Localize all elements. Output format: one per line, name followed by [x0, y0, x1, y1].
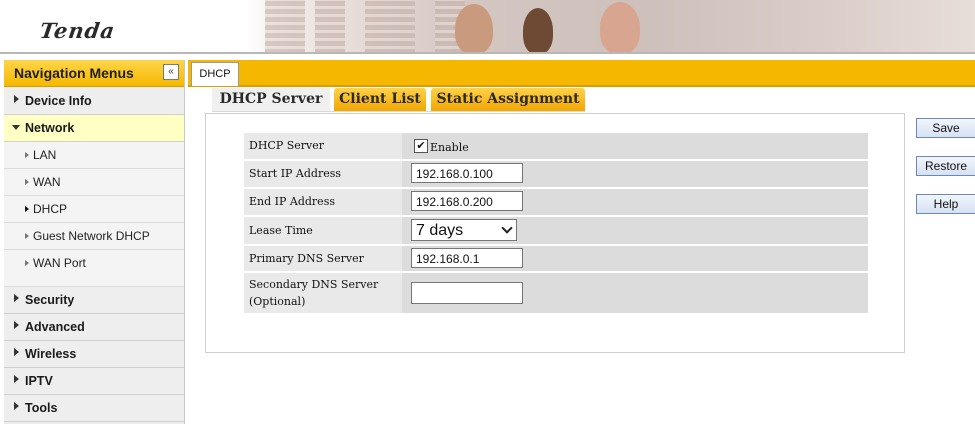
header-divider	[0, 52, 975, 54]
dhcp-server-label: DHCP Server	[249, 139, 325, 152]
label-cell: DHCP Server	[244, 133, 402, 159]
end-ip-input[interactable]: 192.168.0.200	[411, 191, 523, 211]
tab-client-list[interactable]: Client List	[334, 88, 426, 111]
tab-static-assignment[interactable]: Static Assignment	[431, 88, 585, 111]
label-cell: Lease Time	[244, 217, 402, 244]
end-ip-label: End IP Address	[249, 195, 335, 208]
label-cell: Start IP Address	[244, 161, 402, 187]
sidebar-subitem-wan-port[interactable]: WAN Port	[4, 250, 184, 287]
value-cell: 192.168.0.100	[406, 161, 868, 187]
sidebar-item-label: Device Info	[25, 94, 92, 108]
main-tab-bar: DHCP	[188, 60, 975, 87]
sidebar-item-wireless[interactable]: Wireless	[4, 341, 184, 368]
sidebar-subitem-lan[interactable]: LAN	[4, 142, 184, 169]
sidebar-subitem-guest-dhcp[interactable]: Guest Network DHCP	[4, 223, 184, 250]
caret-right-icon	[14, 294, 19, 302]
label-cell: Primary DNS Server	[244, 246, 402, 271]
caret-right-icon	[14, 402, 19, 410]
row-dhcp-server: DHCP Server ✔ Enable	[244, 133, 868, 159]
sidebar-item-network[interactable]: Network	[4, 115, 184, 142]
caret-right-icon	[25, 260, 29, 266]
save-button[interactable]: Save	[916, 118, 975, 138]
row-lease-time: Lease Time 7 days	[244, 217, 868, 244]
header-banner: Tenda	[0, 0, 975, 54]
sidebar-item-security[interactable]: Security	[4, 287, 184, 314]
banner-image	[245, 0, 975, 54]
row-secondary-dns: Secondary DNS Server (Optional)	[244, 273, 868, 313]
collapse-icon[interactable]: «	[163, 64, 179, 80]
chevron-down-icon	[501, 222, 513, 234]
value-cell: 192.168.0.200	[406, 189, 868, 215]
sidebar-subitem-label: WAN	[33, 175, 61, 189]
row-end-ip: End IP Address 192.168.0.200	[244, 189, 868, 215]
row-primary-dns: Primary DNS Server 192.168.0.1	[244, 246, 868, 271]
lease-time-label: Lease Time	[249, 224, 313, 237]
secondary-dns-label: Secondary DNS Server	[249, 278, 379, 291]
caret-right-icon	[25, 206, 29, 212]
dhcp-settings-panel: DHCP Server ✔ Enable Start IP Address 19…	[205, 113, 905, 353]
start-ip-input[interactable]: 192.168.0.100	[411, 163, 523, 183]
caret-right-icon	[14, 321, 19, 329]
nav-title-bar: Navigation Menus «	[4, 60, 184, 87]
label-cell: End IP Address	[244, 189, 402, 215]
value-cell: 192.168.0.1	[406, 246, 868, 271]
sidebar-item-label: Tools	[25, 401, 58, 415]
lease-time-select[interactable]: 7 days	[411, 219, 517, 241]
subtab-divider	[212, 111, 585, 112]
sidebar-item-iptv[interactable]: IPTV	[4, 368, 184, 395]
sidebar-subitem-label: WAN Port	[33, 256, 86, 270]
value-cell: ✔ Enable	[406, 133, 868, 159]
sidebar-item-label: Security	[25, 293, 75, 307]
sidebar-item-label: Network	[25, 121, 75, 135]
sidebar-subitem-dhcp[interactable]: DHCP	[4, 196, 184, 223]
value-cell: 7 days	[406, 217, 868, 244]
sidebar-subitem-label: LAN	[33, 148, 57, 162]
sidebar-item-label: Wireless	[25, 347, 77, 361]
secondary-dns-input[interactable]	[411, 282, 523, 304]
value-cell	[406, 273, 868, 313]
sidebar-subitem-wan[interactable]: WAN	[4, 169, 184, 196]
restore-button[interactable]: Restore	[916, 156, 975, 176]
start-ip-label: Start IP Address	[249, 167, 342, 180]
sidebar-subitem-label: DHCP	[33, 202, 68, 216]
caret-right-icon	[14, 95, 19, 103]
caret-down-icon	[12, 125, 20, 130]
navigation-sidebar: Navigation Menus « Device Info Network L…	[4, 60, 185, 424]
help-button[interactable]: Help	[916, 194, 975, 214]
secondary-dns-optional-label: (Optional)	[249, 295, 306, 308]
sidebar-subitem-label: Guest Network DHCP	[33, 229, 150, 243]
sidebar-item-advanced[interactable]: Advanced	[4, 314, 184, 341]
tab-dhcp-server[interactable]: DHCP Server	[212, 88, 330, 111]
sidebar-item-device-info[interactable]: Device Info	[4, 88, 184, 115]
tenda-logo: Tenda	[38, 18, 117, 43]
caret-right-icon	[14, 375, 19, 383]
label-cell: Secondary DNS Server (Optional)	[244, 273, 402, 313]
lease-time-value: 7 days	[416, 222, 464, 239]
enable-label: Enable	[430, 141, 469, 154]
caret-right-icon	[25, 233, 29, 239]
caret-right-icon	[25, 179, 29, 185]
enable-checkbox[interactable]: ✔	[414, 139, 428, 153]
caret-right-icon	[14, 348, 19, 356]
sidebar-item-tools[interactable]: Tools	[4, 395, 184, 422]
sidebar-item-label: Advanced	[25, 320, 85, 334]
tab-dhcp[interactable]: DHCP	[191, 62, 239, 86]
caret-right-icon	[25, 152, 29, 158]
primary-dns-input[interactable]: 192.168.0.1	[411, 248, 523, 268]
row-start-ip: Start IP Address 192.168.0.100	[244, 161, 868, 187]
nav-title: Navigation Menus	[14, 65, 134, 81]
primary-dns-label: Primary DNS Server	[249, 252, 364, 265]
sidebar-item-label: IPTV	[25, 374, 53, 388]
